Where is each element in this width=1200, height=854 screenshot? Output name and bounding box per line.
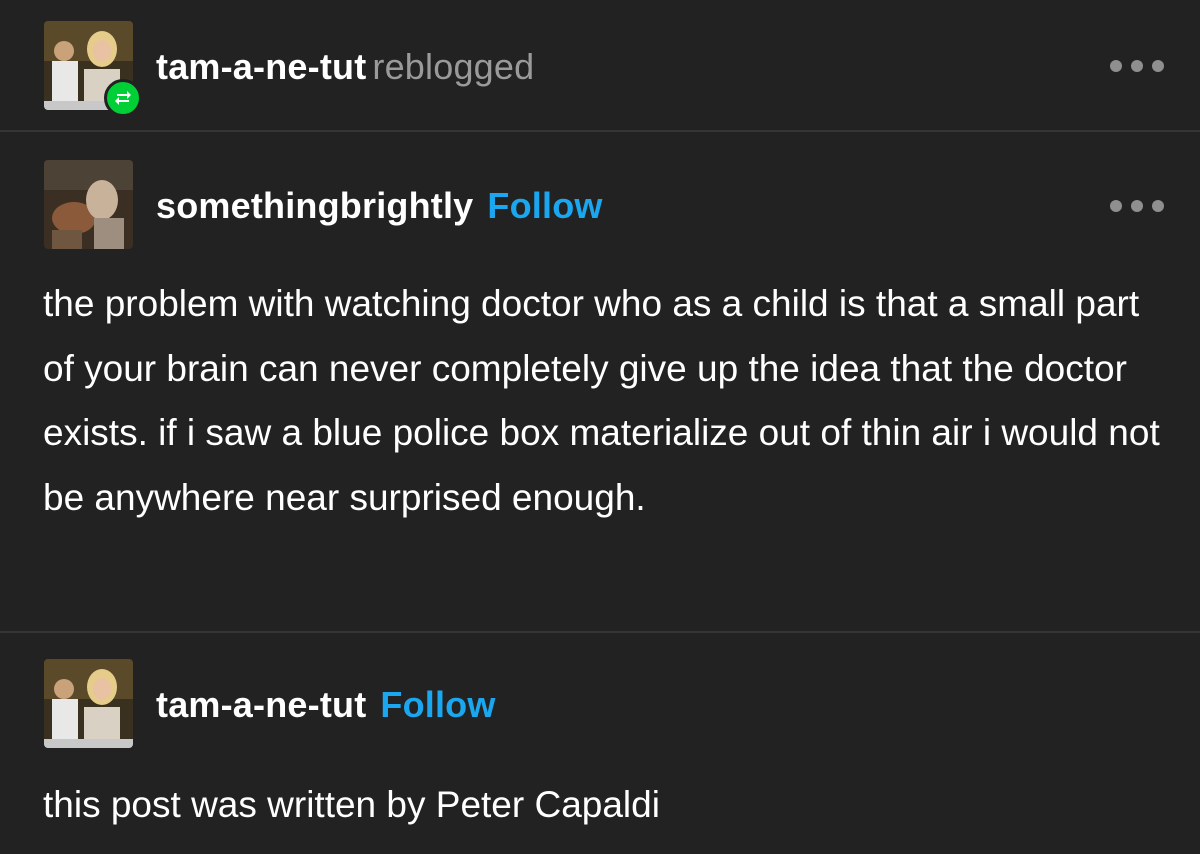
reply-poster-avatar[interactable] xyxy=(44,659,133,748)
more-options-icon[interactable] xyxy=(1110,199,1164,213)
more-options-icon[interactable] xyxy=(1110,59,1164,73)
reblogger-username[interactable]: tam-a-ne-tut xyxy=(156,46,366,87)
reblogged-label: reblogged xyxy=(372,46,535,87)
divider xyxy=(0,631,1200,633)
reply-poster-username[interactable]: tam-a-ne-tut xyxy=(156,684,366,725)
tumblr-post: tam-a-ne-tut reblogged somethingbrightly F… xyxy=(0,0,1200,854)
original-poster-username[interactable]: somethingbrightly xyxy=(156,185,473,226)
reply-post-text: this post was written by Peter Capaldi xyxy=(43,784,660,825)
original-poster-avatar[interactable] xyxy=(44,160,133,249)
original-poster-header: somethingbrightly Follow xyxy=(156,185,603,227)
reblog-icon xyxy=(104,79,142,117)
reblog-header: tam-a-ne-tut reblogged xyxy=(156,46,534,88)
divider xyxy=(0,130,1200,132)
reply-poster-header: tam-a-ne-tut Follow xyxy=(156,684,496,726)
original-post-text: the problem with watching doctor who as … xyxy=(43,283,1160,518)
follow-button[interactable]: Follow xyxy=(487,185,602,226)
follow-button[interactable]: Follow xyxy=(380,684,495,725)
